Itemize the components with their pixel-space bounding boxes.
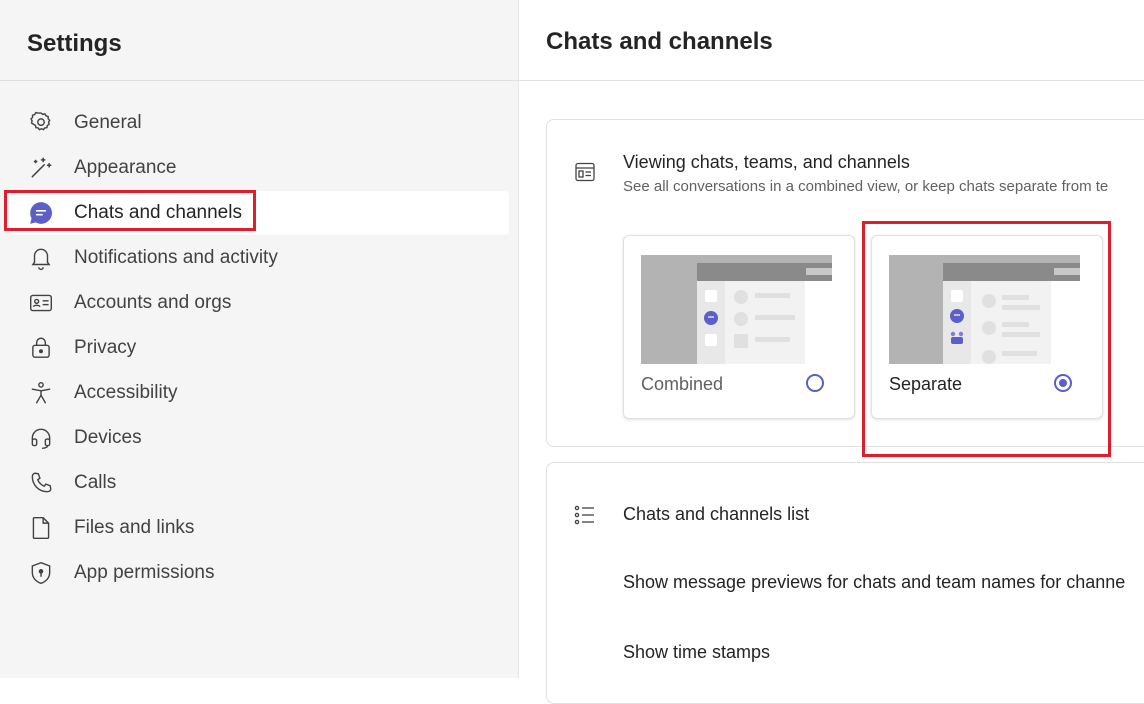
chat-icon xyxy=(27,199,55,227)
sidebar-item-privacy[interactable]: Privacy xyxy=(9,326,509,370)
file-icon xyxy=(27,514,55,542)
combined-radio[interactable] xyxy=(806,374,824,392)
sidebar-item-label: Notifications and activity xyxy=(74,247,278,268)
sidebar-item-notifications[interactable]: Notifications and activity xyxy=(9,236,509,280)
viewing-mode-card: Viewing chats, teams, and channels See a… xyxy=(546,119,1144,447)
sidebar-item-label: Calls xyxy=(74,472,117,493)
sidebar-item-devices[interactable]: Devices xyxy=(9,416,509,460)
magic-wand-icon xyxy=(27,154,55,182)
viewing-subtitle: See all conversations in a combined view… xyxy=(623,178,1109,195)
sidebar-item-label: Files and links xyxy=(74,517,195,538)
separate-label: Separate xyxy=(889,374,963,394)
sidebar-item-accounts[interactable]: Accounts and orgs xyxy=(9,281,509,325)
viewing-title: Viewing chats, teams, and channels xyxy=(623,152,910,172)
chats-list-card: Chats and channels list Show message pre… xyxy=(546,462,1144,704)
sidebar-item-label: App permissions xyxy=(74,562,215,583)
sidebar-item-label: Privacy xyxy=(74,337,137,358)
lock-icon xyxy=(27,334,55,362)
separate-preview-image xyxy=(889,255,1080,364)
combined-option[interactable]: Combined xyxy=(623,235,855,419)
headset-icon xyxy=(27,424,55,452)
settings-content: Chats and channels Viewing chats, teams,… xyxy=(519,0,1144,704)
page-title: Chats and channels xyxy=(546,28,773,55)
shield-icon xyxy=(27,559,55,587)
id-card-icon xyxy=(27,289,55,317)
sidebar-item-files-and-links[interactable]: Files and links xyxy=(9,506,509,550)
chats-list-title: Chats and channels list xyxy=(623,504,810,524)
sidebar-item-label: General xyxy=(74,112,142,133)
message-previews-setting[interactable]: Show message previews for chats and team… xyxy=(623,572,1125,593)
time-stamps-setting[interactable]: Show time stamps xyxy=(623,642,770,663)
separate-radio[interactable] xyxy=(1054,374,1072,392)
accessibility-icon xyxy=(27,379,55,407)
phone-icon xyxy=(27,469,55,497)
sidebar-item-accessibility[interactable]: Accessibility xyxy=(9,371,509,415)
bell-icon xyxy=(27,244,55,272)
sidebar-item-label: Accessibility xyxy=(74,382,178,403)
sidebar-divider xyxy=(0,80,518,81)
sidebar-title: Settings xyxy=(27,30,122,57)
settings-sidebar: Settings General Appearance Chats and ch… xyxy=(0,0,519,678)
sidebar-item-label: Devices xyxy=(74,427,142,448)
sidebar-item-chats-and-channels[interactable]: Chats and channels xyxy=(9,191,509,235)
sidebar-item-label: Appearance xyxy=(74,157,177,178)
sidebar-item-calls[interactable]: Calls xyxy=(9,461,509,505)
list-icon xyxy=(573,503,597,527)
sidebar-item-appearance[interactable]: Appearance xyxy=(9,146,509,190)
combined-label: Combined xyxy=(641,374,724,394)
gear-icon xyxy=(27,109,55,137)
sidebar-item-general[interactable]: General xyxy=(9,101,509,145)
content-divider xyxy=(519,80,1144,81)
sidebar-item-app-permissions[interactable]: App permissions xyxy=(9,551,509,595)
separate-option[interactable]: Separate xyxy=(871,235,1103,419)
layout-icon xyxy=(573,160,597,184)
sidebar-item-label: Chats and channels xyxy=(74,202,242,223)
settings-nav: General Appearance Chats and channels No… xyxy=(0,101,518,596)
combined-preview-image xyxy=(641,255,832,364)
sidebar-item-label: Accounts and orgs xyxy=(74,292,232,313)
